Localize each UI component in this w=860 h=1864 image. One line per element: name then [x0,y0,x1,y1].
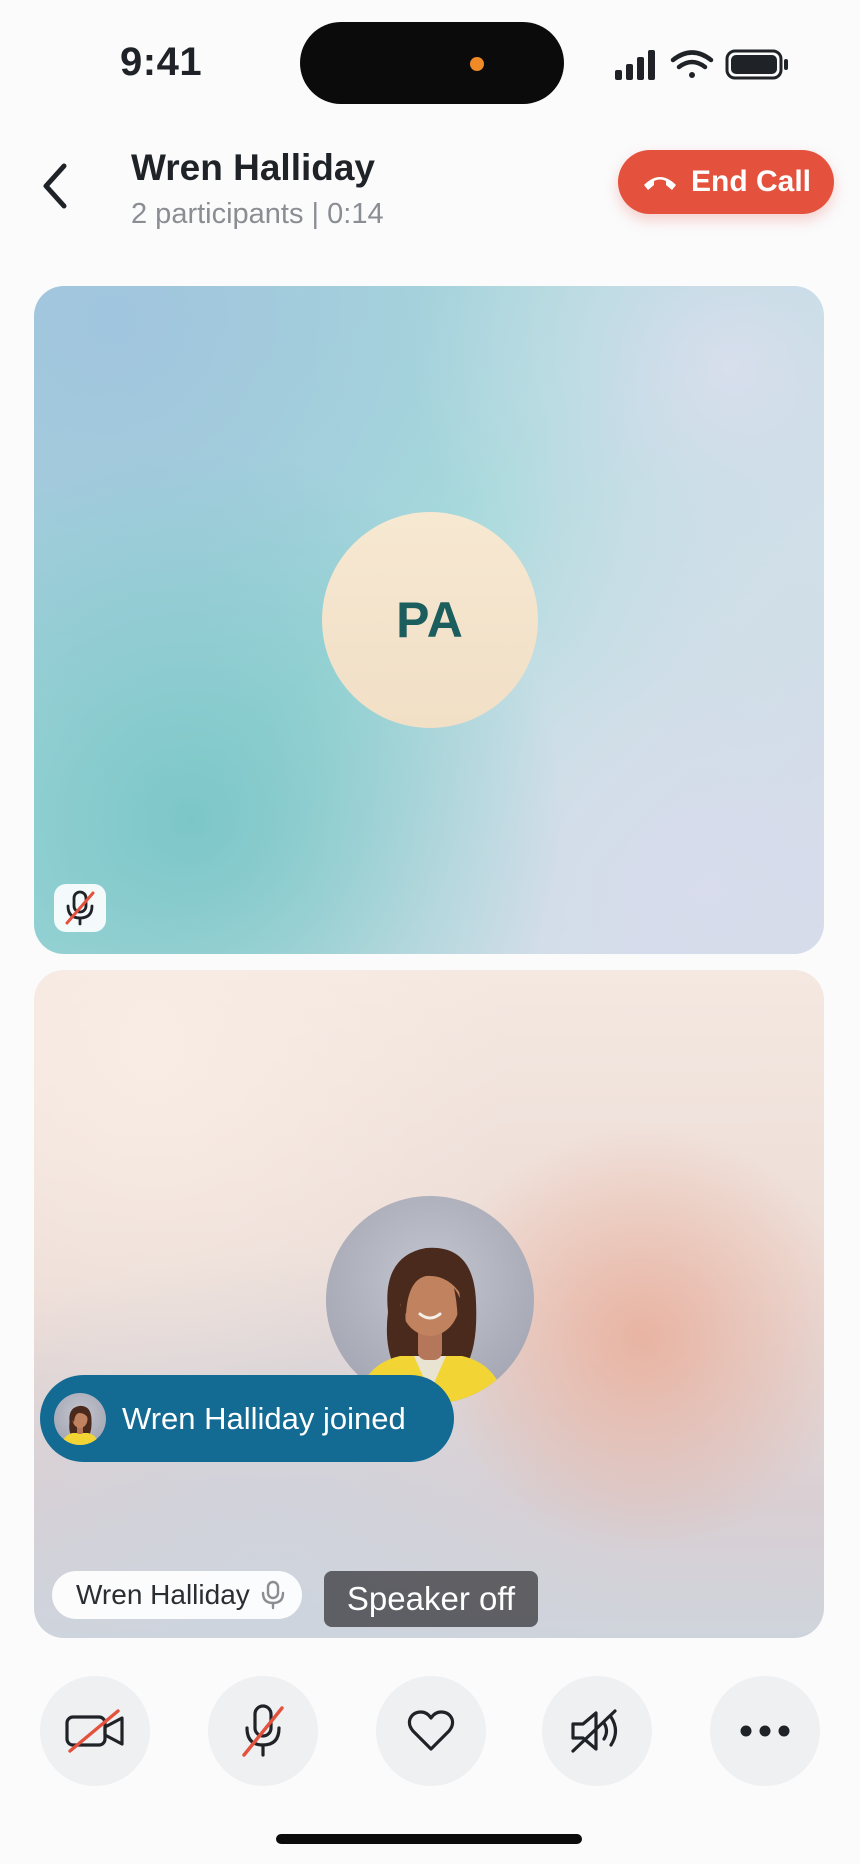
participant-initials-avatar: PA [322,512,538,728]
call-subtitle: 2 participants | 0:14 [131,198,384,230]
toast-avatar [54,1392,106,1445]
wifi-icon [670,50,714,78]
mic-off-icon [242,1704,284,1757]
status-time: 9:41 [120,40,203,84]
toggle-video-button[interactable] [40,1676,150,1786]
participant-joined-toast: Wren Halliday joined [40,1375,454,1462]
reaction-button[interactable] [376,1676,486,1786]
call-title: Wren Halliday [131,147,376,188]
end-call-button[interactable]: End Call [618,150,834,214]
call-header: Wren Halliday 2 participants | 0:14 End … [0,140,860,240]
cellular-signal-icon [615,50,655,80]
status-icons [615,48,795,82]
call-controls [0,1676,860,1788]
battery-icon [725,49,788,80]
speaker-off-icon [571,1709,618,1753]
video-off-icon [65,1709,124,1753]
participant-name-pill: Wren Halliday [52,1571,302,1619]
participant-photo-avatar [326,1196,534,1404]
dynamic-island [300,22,564,104]
participant-tile-wren[interactable]: Wren Halliday Speaker off [34,970,824,1638]
toast-text: Wren Halliday joined [122,1400,406,1436]
home-indicator[interactable] [276,1834,582,1844]
mic-icon [261,1580,284,1610]
end-call-label: End Call [690,165,811,198]
toggle-speaker-button[interactable] [542,1676,652,1786]
status-bar: 9:41 [0,0,860,110]
speaker-off-badge: Speaker off [324,1571,538,1627]
mic-off-icon [65,890,95,926]
back-button[interactable] [30,154,80,218]
participant-tile-pa[interactable]: PA [34,286,824,954]
chevron-left-icon [43,163,67,209]
heart-icon [407,1710,455,1751]
camera-indicator-dot [470,57,484,71]
participant-name: Wren Halliday [76,1579,250,1610]
more-icon [740,1725,790,1737]
toggle-mic-button[interactable] [208,1676,318,1786]
muted-badge [54,884,106,932]
phone-hangup-icon [643,177,676,190]
more-options-button[interactable] [710,1676,820,1786]
